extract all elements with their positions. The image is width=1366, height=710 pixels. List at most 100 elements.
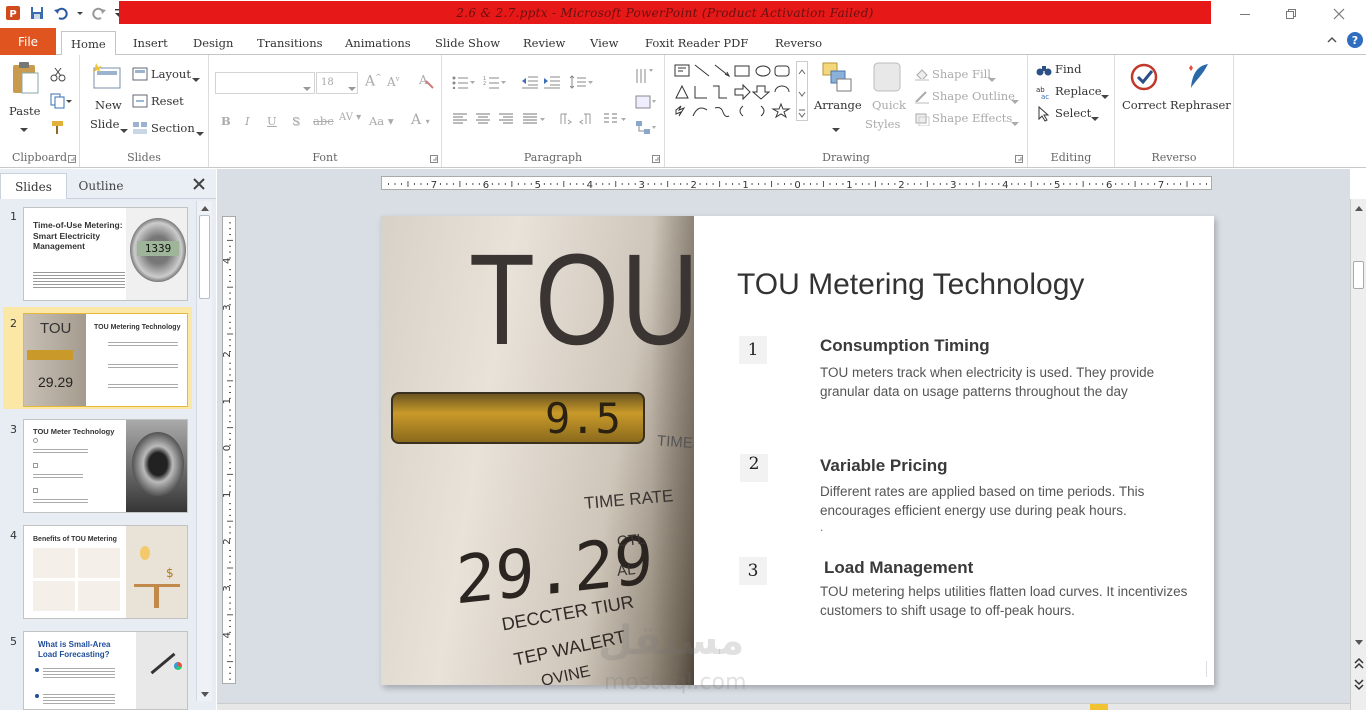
strikethrough-icon[interactable]: abc	[313, 114, 334, 128]
paste-button[interactable]: Paste	[9, 104, 40, 118]
increase-indent-icon[interactable]	[544, 75, 560, 92]
shape-effects-dropdown-icon[interactable]	[1011, 116, 1019, 130]
tab-animations[interactable]: Animations	[336, 31, 420, 55]
slide-title[interactable]: TOU Metering Technology	[737, 268, 1084, 302]
tab-slide-show[interactable]: Slide Show	[426, 31, 509, 55]
rephraser-button[interactable]: Rephraser	[1170, 98, 1231, 112]
new-slide-button-label[interactable]: Slide	[90, 117, 119, 131]
columns-icon[interactable]	[603, 112, 627, 129]
layout-button[interactable]: Layout	[151, 67, 191, 81]
horizontal-ruler[interactable]: 7 6 5 4 3 2 1 0 1 2 3 4 5 6 7	[381, 176, 1212, 191]
cut-icon[interactable]	[50, 66, 66, 85]
next-slide-icon[interactable]	[1354, 677, 1364, 691]
tab-insert[interactable]: Insert	[124, 31, 177, 55]
section-dropdown-icon[interactable]	[196, 126, 204, 140]
character-spacing-icon[interactable]: AV ▾	[339, 112, 361, 123]
tab-design[interactable]: Design	[184, 31, 242, 55]
editor-scroll-thumb[interactable]	[1353, 261, 1364, 289]
help-icon[interactable]: ?	[1346, 31, 1364, 52]
shape-fill-icon[interactable]	[914, 67, 930, 84]
convert-to-smartart-icon[interactable]	[635, 119, 657, 140]
shape-effects-button[interactable]: Shape Effects	[932, 111, 1012, 125]
arrange-button[interactable]: Arrange	[814, 98, 862, 112]
change-case-icon[interactable]: Aa ▾	[369, 114, 394, 128]
tab-foxit-reader-pdf[interactable]: Foxit Reader PDF	[636, 31, 757, 55]
copy-icon[interactable]	[50, 93, 72, 112]
align-text-icon[interactable]	[635, 93, 657, 114]
close-button[interactable]	[1316, 0, 1362, 28]
minimize-button[interactable]	[1222, 0, 1268, 28]
tab-slides-pane[interactable]: Slides	[0, 173, 67, 199]
slide-thumbnail-1[interactable]: Time-of-Use Metering: Smart Electricity …	[23, 207, 188, 301]
quick-styles-button[interactable]: Quick	[872, 98, 906, 112]
shadow-icon[interactable]: S	[292, 114, 300, 128]
slide-thumbnail-3[interactable]: TOU Meter Technology	[23, 419, 188, 513]
select-button[interactable]: Select	[1055, 106, 1091, 120]
tab-outline-pane[interactable]: Outline	[70, 173, 132, 199]
shape-fill-button[interactable]: Shape Fill	[932, 67, 991, 81]
powerpoint-logo-icon[interactable]: P	[4, 4, 22, 22]
item-body-1[interactable]: TOU meters track when electricity is use…	[820, 363, 1190, 401]
scroll-up-icon[interactable]	[200, 204, 210, 212]
tab-reverso[interactable]: Reverso	[766, 31, 831, 55]
decrease-indent-icon[interactable]	[522, 75, 538, 92]
font-name-dropdown-icon[interactable]	[303, 81, 311, 95]
font-launcher-icon[interactable]	[430, 152, 438, 166]
slide-thumbnail-2[interactable]: TOU 29.29 TOU Metering Technology	[23, 313, 188, 407]
correct-button[interactable]: Correct	[1122, 98, 1167, 112]
arrange-icon[interactable]	[821, 61, 853, 96]
rephraser-quill-icon[interactable]	[1186, 62, 1212, 95]
align-right-icon[interactable]	[498, 112, 514, 129]
format-painter-icon[interactable]	[50, 119, 66, 138]
item-body-3[interactable]: TOU metering helps utilities flatten loa…	[820, 582, 1190, 620]
close-pane-icon[interactable]	[192, 177, 206, 194]
item-heading-1[interactable]: Consumption Timing	[820, 336, 990, 356]
shrink-font-icon[interactable]: Av	[387, 75, 400, 89]
item-heading-2[interactable]: Variable Pricing	[820, 456, 948, 476]
align-left-icon[interactable]	[452, 112, 468, 129]
paragraph-launcher-icon[interactable]	[652, 152, 660, 166]
item-body-2[interactable]: Different rates are applied based on tim…	[820, 482, 1190, 520]
replace-dropdown-icon[interactable]	[1101, 89, 1109, 103]
undo-dropdown-icon[interactable]	[76, 4, 84, 22]
redo-icon[interactable]	[90, 4, 108, 22]
slides-panel-scrollbar[interactable]	[196, 201, 212, 701]
tab-view[interactable]: View	[581, 31, 627, 55]
tab-transitions[interactable]: Transitions	[248, 31, 332, 55]
drawing-launcher-icon[interactable]	[1015, 152, 1023, 166]
find-button[interactable]: Find	[1055, 62, 1081, 76]
slides-panel-scroll-thumb[interactable]	[199, 215, 210, 299]
new-slide-icon[interactable]	[92, 61, 122, 94]
tab-home[interactable]: Home	[61, 31, 116, 56]
restore-button[interactable]	[1268, 0, 1314, 28]
undo-icon[interactable]	[52, 4, 70, 22]
shape-outline-button[interactable]: Shape Outline	[932, 89, 1015, 103]
text-direction-rtl-icon[interactable]	[579, 112, 595, 129]
save-icon[interactable]	[28, 4, 46, 22]
shape-fill-dropdown-icon[interactable]	[988, 72, 996, 86]
shape-effects-icon[interactable]	[914, 112, 930, 129]
bullets-icon[interactable]	[452, 75, 476, 92]
vertical-ruler[interactable]: 4 3 2 1 0 1 2 3 4	[222, 216, 236, 684]
paste-dropdown-icon[interactable]	[20, 122, 28, 136]
clear-formatting-icon[interactable]: A	[417, 71, 435, 92]
font-color-icon[interactable]: A ▾	[411, 112, 430, 128]
arrange-dropdown-icon[interactable]	[832, 122, 840, 136]
shapes-gallery[interactable]	[673, 62, 805, 123]
reset-button[interactable]: Reset	[151, 94, 184, 108]
quick-styles-icon[interactable]	[872, 61, 902, 96]
tab-file[interactable]: File	[0, 28, 56, 55]
tab-review[interactable]: Review	[514, 31, 574, 55]
scroll-up-icon[interactable]	[1354, 204, 1364, 212]
font-name-combo[interactable]	[215, 72, 315, 94]
paste-icon[interactable]	[10, 61, 40, 98]
grow-font-icon[interactable]: A^	[365, 73, 382, 90]
underline-icon[interactable]: U	[267, 114, 277, 128]
shapes-gallery-scroll[interactable]	[796, 61, 808, 121]
line-spacing-icon[interactable]	[569, 75, 594, 92]
item-heading-3[interactable]: Load Management	[824, 558, 973, 578]
replace-button[interactable]: Replace	[1055, 84, 1102, 98]
horizontal-scrollbar[interactable]	[217, 703, 1350, 710]
slide-thumbnail-5[interactable]: What is Small-Area Load Forecasting?	[23, 631, 188, 710]
italic-icon[interactable]: I	[245, 114, 250, 128]
